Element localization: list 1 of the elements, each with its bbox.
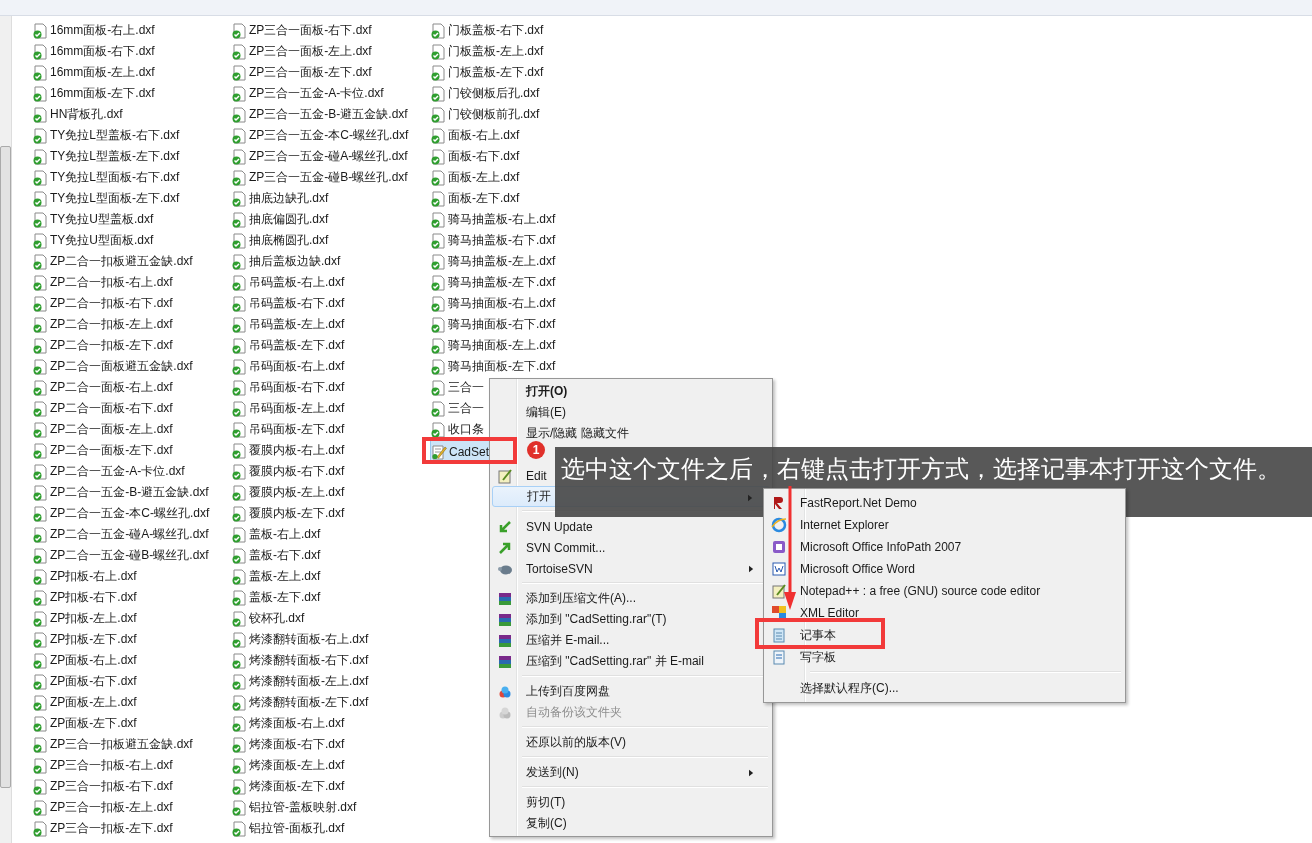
tooltip-text: 选中这个文件之后，右键点击打开方式，选择记事本打开这个文件。 <box>561 454 1281 484</box>
